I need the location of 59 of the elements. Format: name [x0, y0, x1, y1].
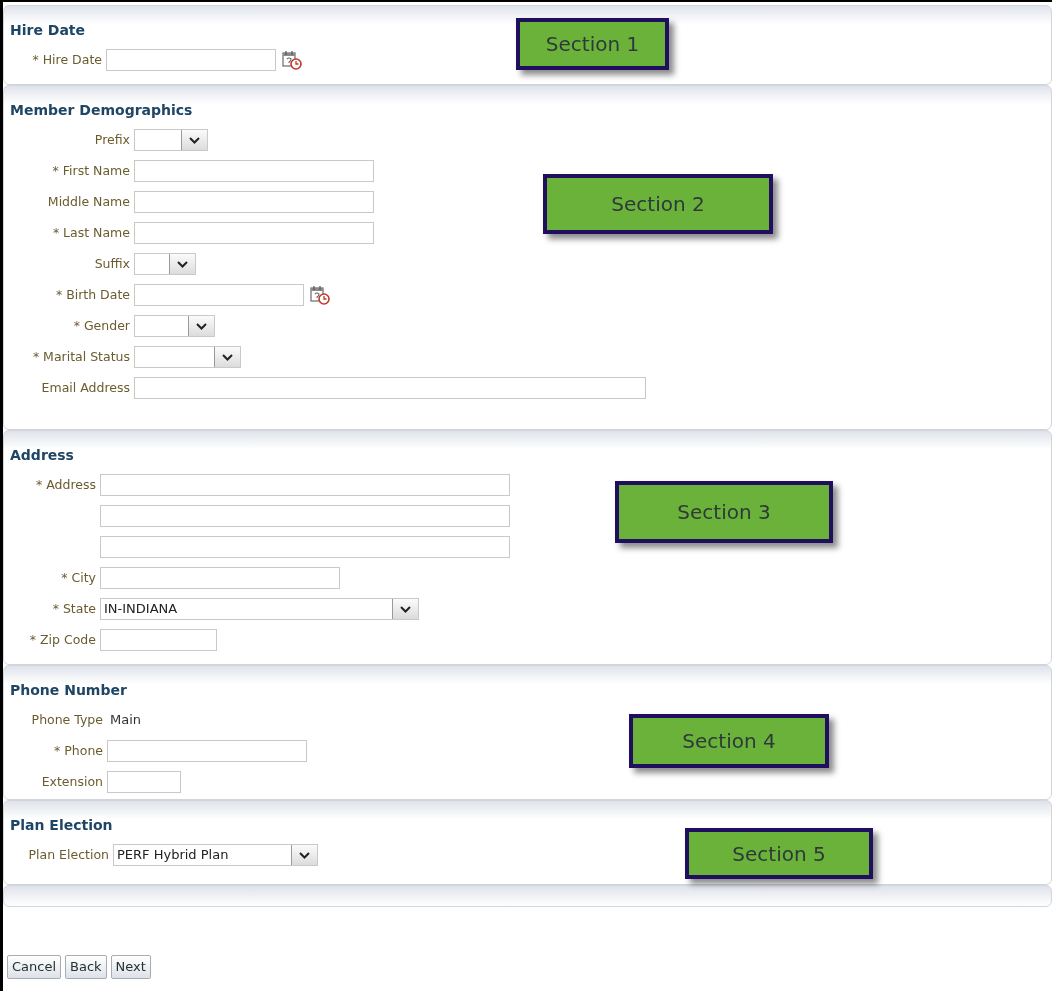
field-label: * Zip Code — [29, 630, 96, 649]
dropdown-field[interactable]: PERF Hybrid Plan — [113, 844, 318, 866]
field-label: * Address — [36, 475, 96, 494]
text-field[interactable] — [134, 160, 374, 182]
field-label: Prefix — [94, 130, 130, 149]
chevron-down-icon — [196, 322, 207, 330]
section-heading: Plan Election — [10, 816, 114, 835]
text-field[interactable] — [107, 740, 307, 762]
text-field[interactable] — [134, 191, 374, 213]
calendar-icon[interactable] — [310, 285, 330, 305]
dropdown-field[interactable] — [134, 315, 215, 337]
text-field[interactable] — [100, 629, 217, 651]
section-callout: Section 5 — [685, 828, 873, 879]
calendar-icon[interactable] — [282, 50, 302, 70]
field-label: * Marital Status — [32, 347, 130, 366]
chevron-down-icon — [222, 353, 233, 361]
text-field[interactable] — [100, 536, 510, 558]
field-label: Extension — [41, 772, 103, 791]
nav-button[interactable]: Back — [65, 955, 107, 979]
chevron-down-icon — [177, 260, 188, 268]
text-field[interactable] — [107, 771, 181, 793]
field-label: * City — [61, 568, 96, 587]
field-label: * First Name — [52, 161, 130, 180]
field-label: Phone Type — [31, 710, 103, 729]
field-label: * Birth Date — [55, 285, 130, 304]
field-label: * Gender — [73, 316, 130, 335]
dropdown-field[interactable] — [134, 129, 208, 151]
section-heading: Hire Date — [10, 21, 87, 40]
dropdown-field[interactable] — [134, 253, 196, 275]
section-callout: Section 4 — [629, 714, 829, 768]
field-label: * Phone — [54, 741, 103, 760]
chevron-down-icon — [189, 136, 200, 144]
nav-button[interactable]: Cancel — [7, 955, 62, 979]
dropdown-field[interactable]: IN-INDIANA — [100, 598, 419, 620]
section-heading: Member Demographics — [10, 101, 194, 120]
chevron-down-icon — [400, 605, 411, 613]
section-heading: Address — [10, 446, 75, 465]
field-value: Main — [109, 711, 143, 730]
text-field[interactable] — [100, 474, 510, 496]
field-label: Middle Name — [47, 192, 130, 211]
text-field[interactable] — [134, 222, 374, 244]
field-label: * Hire Date — [32, 50, 102, 69]
section-callout: Section 2 — [543, 174, 773, 234]
field-label: Suffix — [94, 254, 130, 273]
section-heading: Phone Number — [10, 681, 128, 700]
text-field[interactable] — [100, 567, 340, 589]
field-label: * Last Name — [52, 223, 130, 242]
section-callout: Section 1 — [516, 18, 669, 70]
field-label: Plan Election — [28, 845, 109, 864]
date-field[interactable] — [106, 49, 276, 71]
section-callout: Section 3 — [615, 481, 833, 543]
chevron-down-icon — [299, 851, 310, 859]
text-field[interactable] — [100, 505, 510, 527]
text-field[interactable] — [134, 377, 646, 399]
field-label: * State — [52, 599, 96, 618]
dropdown-field[interactable] — [134, 346, 241, 368]
field-label: Email Address — [41, 378, 130, 397]
date-field[interactable] — [134, 284, 304, 306]
nav-button[interactable]: Next — [110, 955, 151, 979]
